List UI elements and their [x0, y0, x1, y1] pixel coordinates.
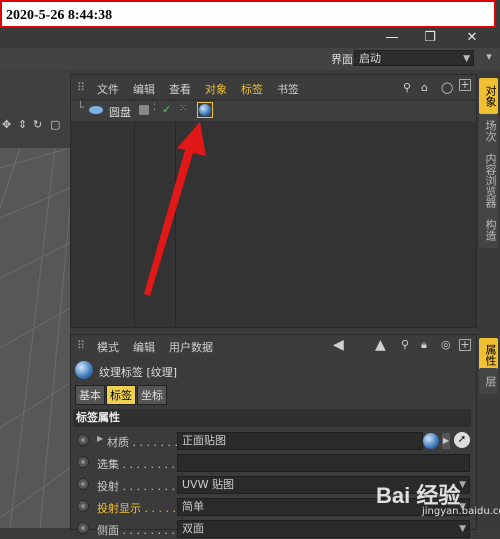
search-icon[interactable]: ⚲ — [401, 338, 409, 351]
om-menu-object[interactable]: 对象 — [205, 81, 227, 97]
layout-select[interactable]: 启动 ▼ — [354, 50, 474, 66]
object-row[interactable]: └ 圆盘 ⁚ ✓ ⁙ — [71, 101, 476, 121]
window-title-bar: — ❐ ✕ — [0, 30, 500, 48]
prop-label: 选集 . . . . . . . . . — [97, 458, 182, 471]
keyframe-radio[interactable] — [77, 500, 89, 512]
search-icon[interactable]: ⚲ — [403, 81, 411, 94]
om-menu-file[interactable]: 文件 — [97, 81, 119, 97]
disc-object-icon — [89, 106, 103, 114]
restore-icon[interactable]: ❐ — [410, 30, 450, 48]
layout-bar: 界面: 启动 ▼ ▾ — [0, 48, 500, 70]
baidu-watermark: Bai 经验 jingyan.baidu.com — [370, 474, 500, 524]
prop-value: 双面 — [182, 522, 204, 535]
am-menu-userdata[interactable]: 用户数据 — [169, 339, 213, 355]
om-menu-edit[interactable]: 编辑 — [133, 81, 155, 97]
new-panel-icon[interactable]: + — [459, 339, 471, 351]
eye-icon[interactable]: ◯ — [441, 81, 453, 94]
layout-value: 启动 — [359, 52, 381, 65]
rotate-view-icon[interactable]: ↻ — [33, 118, 42, 131]
om-menu-view[interactable]: 查看 — [169, 81, 191, 97]
prop-value: 简单 — [182, 500, 204, 513]
3d-viewport[interactable]: ✥ ⇕ ↻ ▢ — [0, 70, 70, 528]
minimize-icon[interactable]: — — [372, 30, 412, 48]
prop-row-selection: 选集 . . . . . . . . . — [71, 453, 476, 473]
attribute-manager-menubar: ⠿ 模式 编辑 用户数据 ◀ ▲ ⚲ 🔒︎ ◎ + — [71, 335, 476, 357]
keyframe-radio[interactable] — [77, 456, 89, 468]
om-menu-bookmarks[interactable]: 书签 — [277, 81, 299, 97]
prop-label: 材质 . . . . . . . — [107, 436, 178, 449]
material-preview-icon — [423, 433, 439, 449]
object-manager-menubar: ⠿ 文件 编辑 查看 对象 标签 书签 ⚲ ⌂ ◯ + — [71, 75, 476, 99]
om-menu-tags[interactable]: 标签 — [241, 81, 263, 97]
viewport-grid — [0, 148, 70, 528]
prop-row-material: ▶ 材质 . . . . . . . 正面贴图 ▶ ➚ — [71, 431, 476, 451]
section-header: 标签属性 — [73, 409, 471, 427]
new-panel-icon[interactable]: + — [459, 79, 471, 91]
keyframe-radio[interactable] — [77, 478, 89, 490]
tab-basic[interactable]: 基本 — [75, 385, 105, 405]
layout-label: 界面: — [331, 53, 357, 66]
prop-value: UVW 贴图 — [182, 478, 234, 491]
side-tab-structure[interactable]: 构造 — [479, 212, 498, 248]
move-view-icon[interactable]: ✥ — [2, 118, 11, 131]
watermark-url: jingyan.baidu.com — [422, 506, 500, 517]
enabled-check-icon[interactable]: ✓ — [162, 103, 171, 116]
grip-icon[interactable]: ⠿ — [77, 81, 85, 94]
timestamp-banner: 2020-5-26 8:44:38 — [0, 0, 496, 28]
prop-label: 投射显示 . . . . . — [97, 502, 176, 515]
home-icon[interactable]: ⌂ — [421, 81, 428, 94]
chevron-down-icon: ▼ — [463, 54, 470, 64]
tree-line-icon: └ — [77, 101, 84, 114]
attribute-tabs: 基本 标签 坐标 — [75, 385, 168, 405]
side-tab-takes[interactable]: 场次 — [479, 114, 498, 148]
material-dots-icon: ⁙ — [179, 103, 188, 114]
up-arrow-icon[interactable]: ▲ — [375, 337, 386, 353]
tab-coordinates[interactable]: 坐标 — [137, 385, 167, 405]
right-tab-strip-top: 对象 场次 内容浏览器 构造 — [477, 74, 500, 334]
close-icon[interactable]: ✕ — [452, 30, 492, 48]
prop-label: 侧面 . . . . . . . . . — [97, 524, 182, 537]
pick-cursor-icon[interactable]: ➚ — [454, 432, 470, 448]
texture-tag-icon[interactable] — [197, 102, 213, 118]
grip-icon[interactable]: ⠿ — [77, 339, 85, 352]
am-menu-edit[interactable]: 编辑 — [133, 339, 155, 355]
attribute-title-bar: 纹理标签 [纹理] — [71, 359, 476, 383]
back-arrow-icon[interactable]: ◀ — [333, 337, 344, 353]
side-tab-objects[interactable]: 对象 — [479, 78, 498, 114]
side-tab-attributes[interactable]: 属性 — [479, 338, 498, 372]
keyframe-radio[interactable] — [77, 522, 89, 534]
lock-icon[interactable]: 🔒︎ — [421, 338, 427, 352]
side-tab-content-browser[interactable]: 内容浏览器 — [479, 146, 498, 214]
viewport-nav-tools: ✥ ⇕ ↻ ▢ — [0, 118, 70, 134]
object-name[interactable]: 圆盘 — [109, 104, 131, 120]
tab-tag[interactable]: 标签 — [106, 385, 136, 405]
prop-label: 投射 . . . . . . . . . — [97, 480, 182, 493]
keyframe-radio[interactable] — [77, 434, 89, 446]
menu-more-icon[interactable]: ▾ — [482, 50, 496, 66]
am-menu-mode[interactable]: 模式 — [97, 339, 119, 355]
visibility-dots-icon[interactable]: ⁚ — [153, 103, 156, 113]
prop-value: 正面贴图 — [182, 434, 226, 447]
layer-icon[interactable] — [139, 105, 149, 115]
material-field[interactable]: 正面贴图 — [177, 432, 423, 450]
dolly-view-icon[interactable]: ⇕ — [18, 118, 27, 131]
toggle-view-icon[interactable]: ▢ — [50, 118, 60, 131]
side-tab-layers[interactable]: 层 — [479, 368, 498, 394]
texture-tag-icon — [75, 361, 93, 379]
target-icon[interactable]: ◎ — [441, 338, 451, 351]
material-menu-icon[interactable]: ▶ — [442, 433, 450, 449]
selection-field[interactable] — [177, 454, 470, 472]
expand-arrow-icon[interactable]: ▶ — [97, 434, 103, 443]
attribute-title: 纹理标签 [纹理] — [99, 366, 178, 379]
red-arrow-annotation — [144, 122, 206, 296]
